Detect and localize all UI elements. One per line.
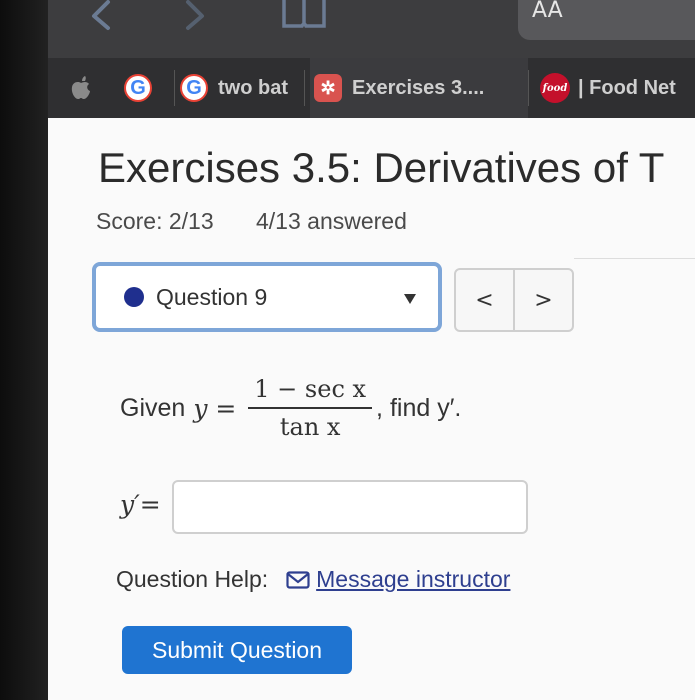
question-status-dot	[124, 287, 144, 307]
fraction-numerator: 1 − sec x	[254, 375, 367, 403]
exercise-icon: ✲	[314, 74, 342, 102]
bookmarks-icon[interactable]	[280, 0, 328, 30]
fraction: 1 − sec x tan x	[248, 375, 373, 441]
back-chevron-icon[interactable]	[86, 0, 126, 32]
prev-question-button[interactable]: <	[456, 270, 513, 330]
tab-divider	[304, 70, 305, 106]
answer-input[interactable]	[172, 480, 528, 534]
tab-food-network[interactable]: food | Food Net	[540, 58, 695, 118]
question-select-label: Question 9	[156, 283, 268, 310]
tab-bar: G G two bat ✲ Exercises 3.... food | Foo…	[48, 58, 695, 118]
answer-label: y′=	[120, 490, 161, 519]
help-label: Question Help:	[116, 566, 269, 592]
question-select[interactable]: Question 9	[92, 262, 442, 332]
problem-equals: =	[207, 393, 245, 423]
tab-label: Exercises 3....	[352, 76, 485, 99]
food-icon: food	[540, 73, 570, 103]
tab-label: | Food Net	[578, 76, 676, 99]
browser-screen: AA G G two bat ✲ Exercises 3.... food | …	[48, 0, 695, 700]
problem-y: y	[193, 393, 208, 423]
mail-icon	[286, 570, 310, 589]
tab-google[interactable]: G	[124, 58, 174, 118]
answered-count: 4/13 answered	[256, 208, 407, 234]
message-instructor-link[interactable]: Message instructor	[316, 566, 510, 593]
device-bezel	[0, 0, 48, 700]
next-question-button[interactable]: >	[513, 270, 572, 330]
page-title: Exercises 3.5: Derivatives of T	[98, 144, 665, 191]
fraction-bar	[248, 407, 373, 409]
browser-toolbar: AA	[48, 0, 695, 58]
question-nav: < >	[454, 268, 574, 332]
forward-chevron-icon[interactable]	[178, 0, 218, 32]
tab-label: two bat	[218, 76, 288, 99]
score-text: Score: 2/13	[96, 208, 214, 234]
tab-divider	[174, 70, 175, 106]
tab-divider	[528, 70, 529, 106]
problem-find: , find y′.	[376, 393, 462, 422]
google-icon: G	[124, 74, 152, 102]
problem-given: Given	[120, 393, 186, 422]
divider	[574, 258, 695, 259]
page-content: Exercises 3.5: Derivatives of T Score: 2…	[48, 118, 695, 700]
tab-exercises[interactable]: ✲ Exercises 3....	[310, 58, 528, 118]
apple-icon	[71, 76, 90, 99]
google-icon: G	[180, 74, 208, 102]
question-help: Question Help: Message instructor	[116, 566, 510, 593]
submit-question-button[interactable]: Submit Question	[122, 626, 352, 674]
caret-down-icon	[404, 294, 416, 304]
reader-aa-button[interactable]: AA	[518, 0, 695, 40]
problem-statement: Given y = 1 − sec x tan x , find y′.	[120, 368, 461, 448]
fraction-denominator: tan x	[279, 413, 341, 441]
tab-two-bat[interactable]: G two bat	[180, 58, 304, 118]
